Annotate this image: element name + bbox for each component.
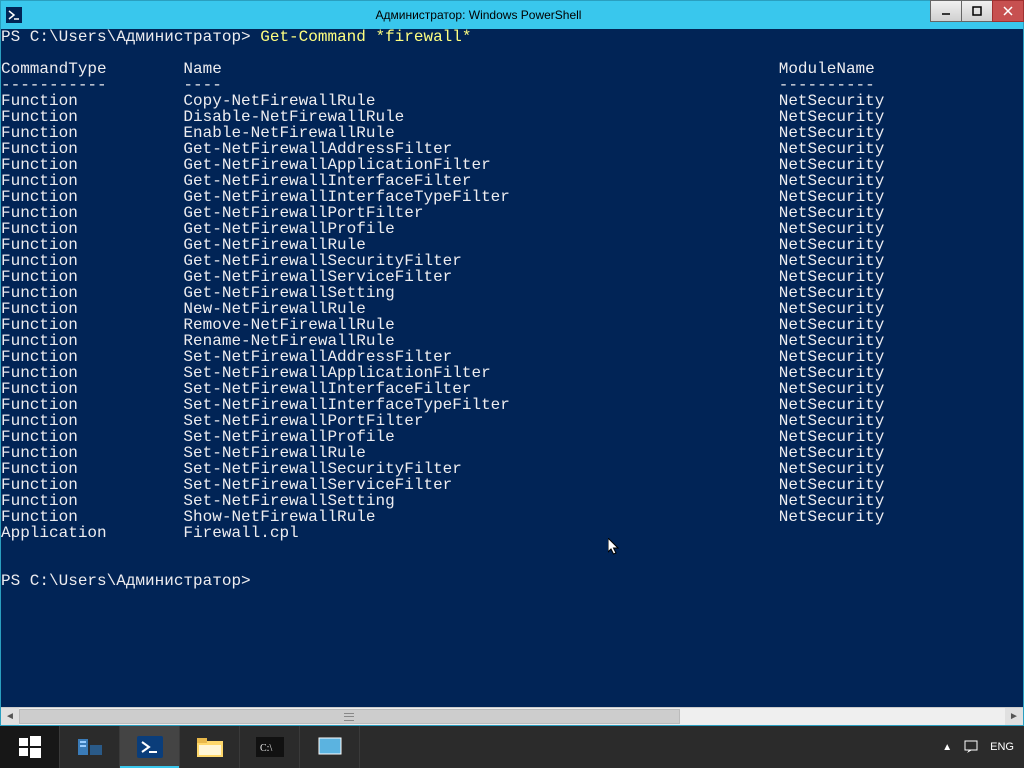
powershell-window: Администратор: Windows PowerShell PS C:\…: [0, 0, 1024, 726]
cmd-icon: C:\: [256, 737, 284, 757]
desktop-icon: [317, 736, 343, 758]
scroll-right-arrow[interactable]: ►: [1005, 708, 1023, 725]
system-tray[interactable]: ▲ ENG: [932, 726, 1024, 768]
window-controls: [930, 1, 1023, 29]
console-output[interactable]: PS C:\Users\Администратор> Get-Command *…: [1, 29, 1023, 707]
start-button[interactable]: [0, 726, 60, 768]
tray-language[interactable]: ENG: [990, 741, 1014, 753]
taskbar-powershell[interactable]: [120, 726, 180, 768]
file-explorer-icon: [196, 736, 224, 758]
taskbar-desktop[interactable]: [300, 726, 360, 768]
svg-text:C:\: C:\: [260, 743, 272, 754]
maximize-button[interactable]: [961, 0, 993, 22]
close-button[interactable]: [992, 0, 1024, 22]
console-area[interactable]: PS C:\Users\Администратор> Get-Command *…: [1, 29, 1023, 725]
window-title: Администратор: Windows PowerShell: [27, 1, 930, 29]
horizontal-scrollbar[interactable]: ◄ ►: [1, 707, 1023, 725]
taskbar-server-manager[interactable]: [60, 726, 120, 768]
titlebar[interactable]: Администратор: Windows PowerShell: [1, 1, 1023, 29]
tray-overflow-icon[interactable]: ▲: [942, 742, 952, 753]
minimize-button[interactable]: [930, 0, 962, 22]
scroll-thumb[interactable]: [19, 709, 680, 724]
scroll-left-arrow[interactable]: ◄: [1, 708, 19, 725]
taskbar-explorer[interactable]: [180, 726, 240, 768]
powershell-taskbar-icon: [137, 736, 163, 758]
server-manager-icon: [76, 735, 104, 759]
taskbar-cmd[interactable]: C:\: [240, 726, 300, 768]
scroll-track[interactable]: [19, 708, 1005, 725]
windows-logo-icon: [19, 736, 41, 758]
powershell-icon: [1, 1, 27, 29]
taskbar[interactable]: C:\ ▲ ENG: [0, 726, 1024, 768]
action-center-icon[interactable]: [964, 740, 978, 754]
